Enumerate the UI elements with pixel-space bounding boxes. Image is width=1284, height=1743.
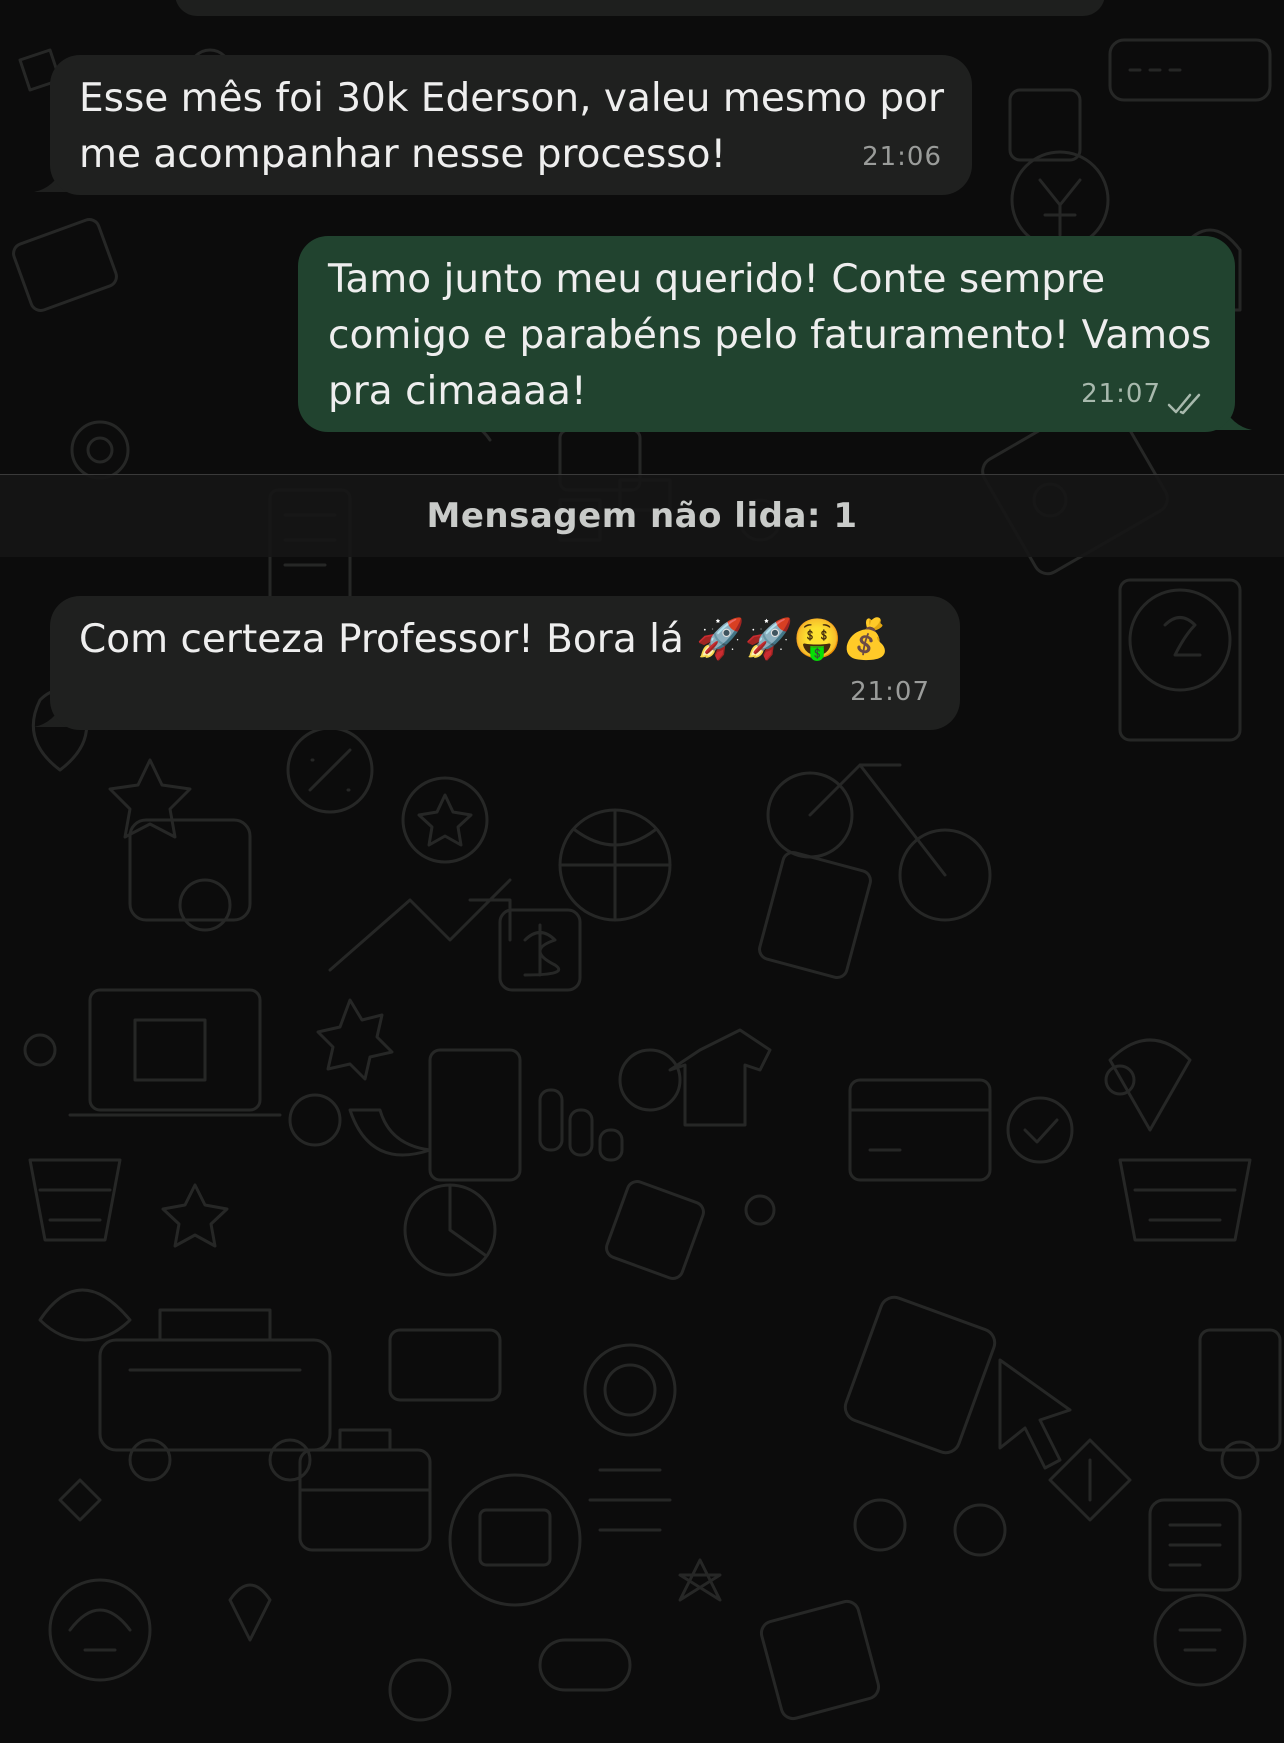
previous-message-bubble — [175, 0, 1105, 16]
message-text-line: pra cimaaaa! — [328, 369, 587, 414]
message-text-line: comigo e parabéns pelo faturamento! Vamo… — [328, 313, 1212, 358]
outgoing-message[interactable]: Tamo junto meu querido! Conte sempre com… — [298, 236, 1235, 432]
message-text-line: me acompanhar nesse processo! — [79, 132, 727, 177]
message-timestamp: 21:07 — [1081, 379, 1161, 409]
message-timestamp: 21:07 — [850, 677, 930, 707]
chat-screen: Esse mês foi 30k Ederson, valeu mesmo po… — [0, 0, 1284, 1743]
incoming-message[interactable]: Com certeza Professor! Bora lá 🚀🚀🤑💰 21:0… — [50, 596, 960, 730]
incoming-message[interactable]: Esse mês foi 30k Ederson, valeu mesmo po… — [50, 55, 972, 195]
message-text-line: Tamo junto meu querido! Conte sempre — [328, 257, 1106, 302]
unread-divider-label: Mensagem não lida: 1 — [426, 496, 858, 536]
message-timestamp: 21:06 — [862, 142, 942, 172]
unread-messages-divider: Mensagem não lida: 1 — [0, 474, 1284, 557]
double-check-icon — [1167, 393, 1201, 415]
message-text-line: Esse mês foi 30k Ederson, valeu mesmo po… — [79, 76, 945, 121]
message-text-line: Com certeza Professor! Bora lá 🚀🚀🤑💰 — [79, 617, 891, 662]
